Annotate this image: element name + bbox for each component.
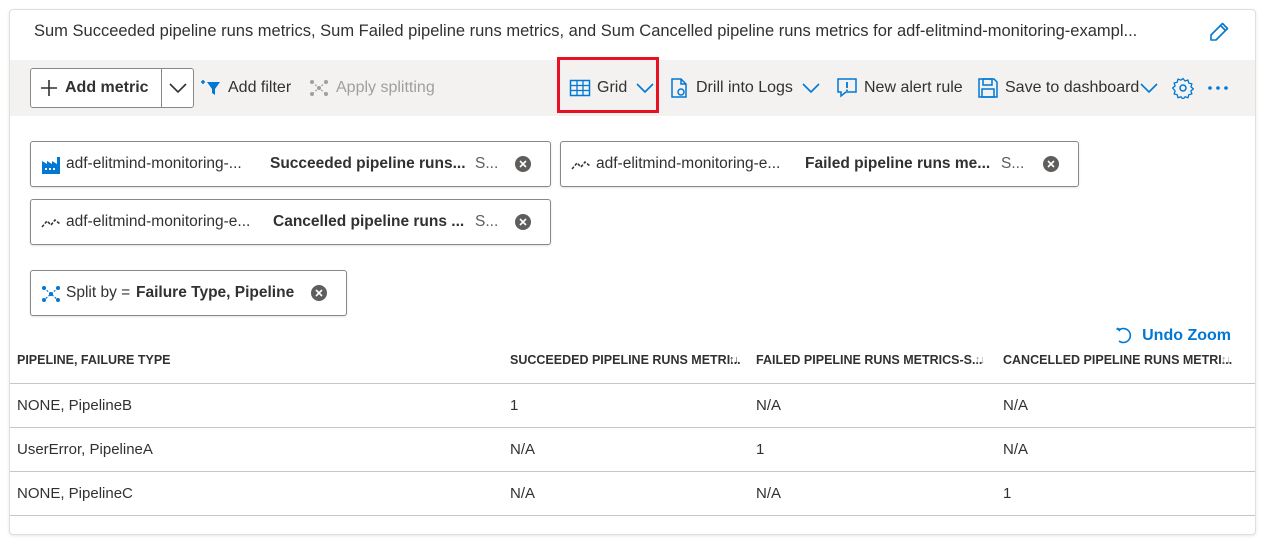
data-factory-icon — [41, 155, 61, 175]
column-header-cancelled[interactable]: CANCELLED PIPELINE RUNS METRI... — [1003, 353, 1232, 367]
logs-document-icon — [668, 77, 690, 99]
drill-into-logs-button[interactable]: Drill into Logs — [668, 60, 821, 116]
column-header-pipeline[interactable]: PIPELINE, FAILURE TYPE — [17, 353, 171, 367]
grid-label: Grid — [597, 79, 628, 96]
column-header-failed[interactable]: FAILED PIPELINE RUNS METRICS-S... — [756, 353, 982, 367]
metric-pill-aggregation: S... — [475, 213, 499, 230]
toolbar: Add metric Add filter Apply splitting Gr… — [10, 57, 1255, 116]
chevron-down-icon — [1139, 82, 1159, 94]
metric-pill-aggregation: S... — [475, 155, 499, 172]
alert-icon — [836, 77, 858, 99]
column-header-succeeded[interactable]: SUCCEEDED PIPELINE RUNS METRI... — [510, 353, 741, 367]
sort-arrows-icon[interactable]: ↑↓ — [729, 354, 739, 366]
cell-cancelled: N/A — [1003, 441, 1029, 458]
settings-gear-icon[interactable] — [1172, 60, 1194, 116]
save-to-dashboard-label: Save to dashboard — [1005, 79, 1140, 96]
chevron-down-icon — [801, 82, 821, 94]
metric-pill-failed[interactable]: adf-elitmind-monitoring-e... Failed pipe… — [560, 141, 1079, 187]
split-by-prefix: Split by = — [66, 284, 131, 301]
remove-metric-close-icon[interactable] — [514, 213, 532, 231]
remove-metric-close-icon[interactable] — [1042, 155, 1060, 173]
add-filter-button[interactable]: Add filter — [200, 60, 291, 116]
metric-pill-resource: adf-elitmind-monitoring-... — [66, 155, 242, 172]
sort-arrows-icon[interactable]: ↑↓ — [1221, 354, 1231, 366]
new-alert-rule-label: New alert rule — [864, 79, 963, 96]
chevron-down-icon — [168, 82, 188, 94]
metric-pill-succeeded[interactable]: adf-elitmind-monitoring-... Succeeded pi… — [30, 141, 551, 187]
metric-pill-cancelled[interactable]: adf-elitmind-monitoring-e... Cancelled p… — [30, 199, 551, 245]
table-row[interactable]: UserError, PipelineA N/A 1 N/A — [10, 428, 1255, 472]
table-header-row: PIPELINE, FAILURE TYPE SUCCEEDED PIPELIN… — [10, 340, 1255, 384]
remove-split-close-icon[interactable] — [310, 284, 328, 302]
cell-succeeded: N/A — [510, 485, 536, 502]
grid-icon — [569, 78, 591, 98]
chart-title-row: Sum Succeeded pipeline runs metrics, Sum… — [10, 10, 1255, 56]
cell-failed: N/A — [756, 397, 782, 414]
splitting-icon — [41, 284, 61, 304]
add-metric-split-button: Add metric — [30, 68, 194, 108]
chevron-down-icon — [635, 82, 655, 94]
chart-type-grid-button[interactable]: Grid — [569, 60, 655, 116]
cell-succeeded: 1 — [510, 397, 519, 414]
metric-pill-metric: Succeeded pipeline runs... — [270, 155, 466, 172]
edit-title-pencil-icon[interactable] — [1207, 20, 1231, 44]
split-by-pill[interactable]: Split by = Failure Type, Pipeline — [30, 270, 347, 316]
line-chart-icon — [41, 213, 61, 233]
metric-pill-metric: Cancelled pipeline runs ... — [273, 213, 465, 230]
plus-icon — [39, 78, 59, 98]
line-chart-icon — [571, 155, 591, 175]
split-by-value: Failure Type, Pipeline — [136, 284, 295, 301]
metric-pill-resource: adf-elitmind-monitoring-e... — [596, 155, 781, 172]
save-icon — [977, 77, 999, 99]
save-to-dashboard-button[interactable]: Save to dashboard — [977, 60, 1159, 116]
add-metric-button[interactable]: Add metric — [31, 69, 161, 107]
cell-pipeline: NONE, PipelineB — [17, 397, 133, 414]
more-options-ellipsis-icon[interactable] — [1207, 60, 1229, 116]
new-alert-rule-button[interactable]: New alert rule — [836, 60, 963, 116]
cell-pipeline: NONE, PipelineC — [17, 485, 133, 502]
metric-pill-resource: adf-elitmind-monitoring-e... — [66, 213, 251, 230]
cell-cancelled: N/A — [1003, 397, 1029, 414]
add-filter-label: Add filter — [228, 79, 292, 96]
cell-failed: N/A — [756, 485, 782, 502]
chart-title[interactable]: Sum Succeeded pipeline runs metrics, Sum… — [34, 22, 1199, 41]
add-metric-dropdown[interactable] — [161, 69, 194, 107]
apply-splitting-label: Apply splitting — [336, 79, 435, 96]
cell-pipeline: UserError, PipelineA — [17, 441, 153, 458]
drill-into-logs-label: Drill into Logs — [696, 79, 793, 96]
add-metric-label: Add metric — [65, 79, 149, 96]
filter-plus-icon — [200, 77, 222, 99]
cell-succeeded: N/A — [510, 441, 536, 458]
splitting-icon — [308, 77, 330, 99]
cell-cancelled: 1 — [1003, 485, 1012, 502]
sort-arrows-icon[interactable]: ↑↓ — [975, 354, 985, 366]
table-row[interactable]: NONE, PipelineB 1 N/A N/A — [10, 384, 1255, 428]
metrics-chart-card: Sum Succeeded pipeline runs metrics, Sum… — [9, 9, 1256, 535]
remove-metric-close-icon[interactable] — [514, 155, 532, 173]
metric-pill-aggregation: S... — [1001, 155, 1025, 172]
table-row[interactable]: NONE, PipelineC N/A N/A 1 — [10, 472, 1255, 516]
cell-failed: 1 — [756, 441, 765, 458]
metric-pill-metric: Failed pipeline runs me... — [805, 155, 991, 172]
apply-splitting-button[interactable]: Apply splitting — [308, 60, 435, 116]
